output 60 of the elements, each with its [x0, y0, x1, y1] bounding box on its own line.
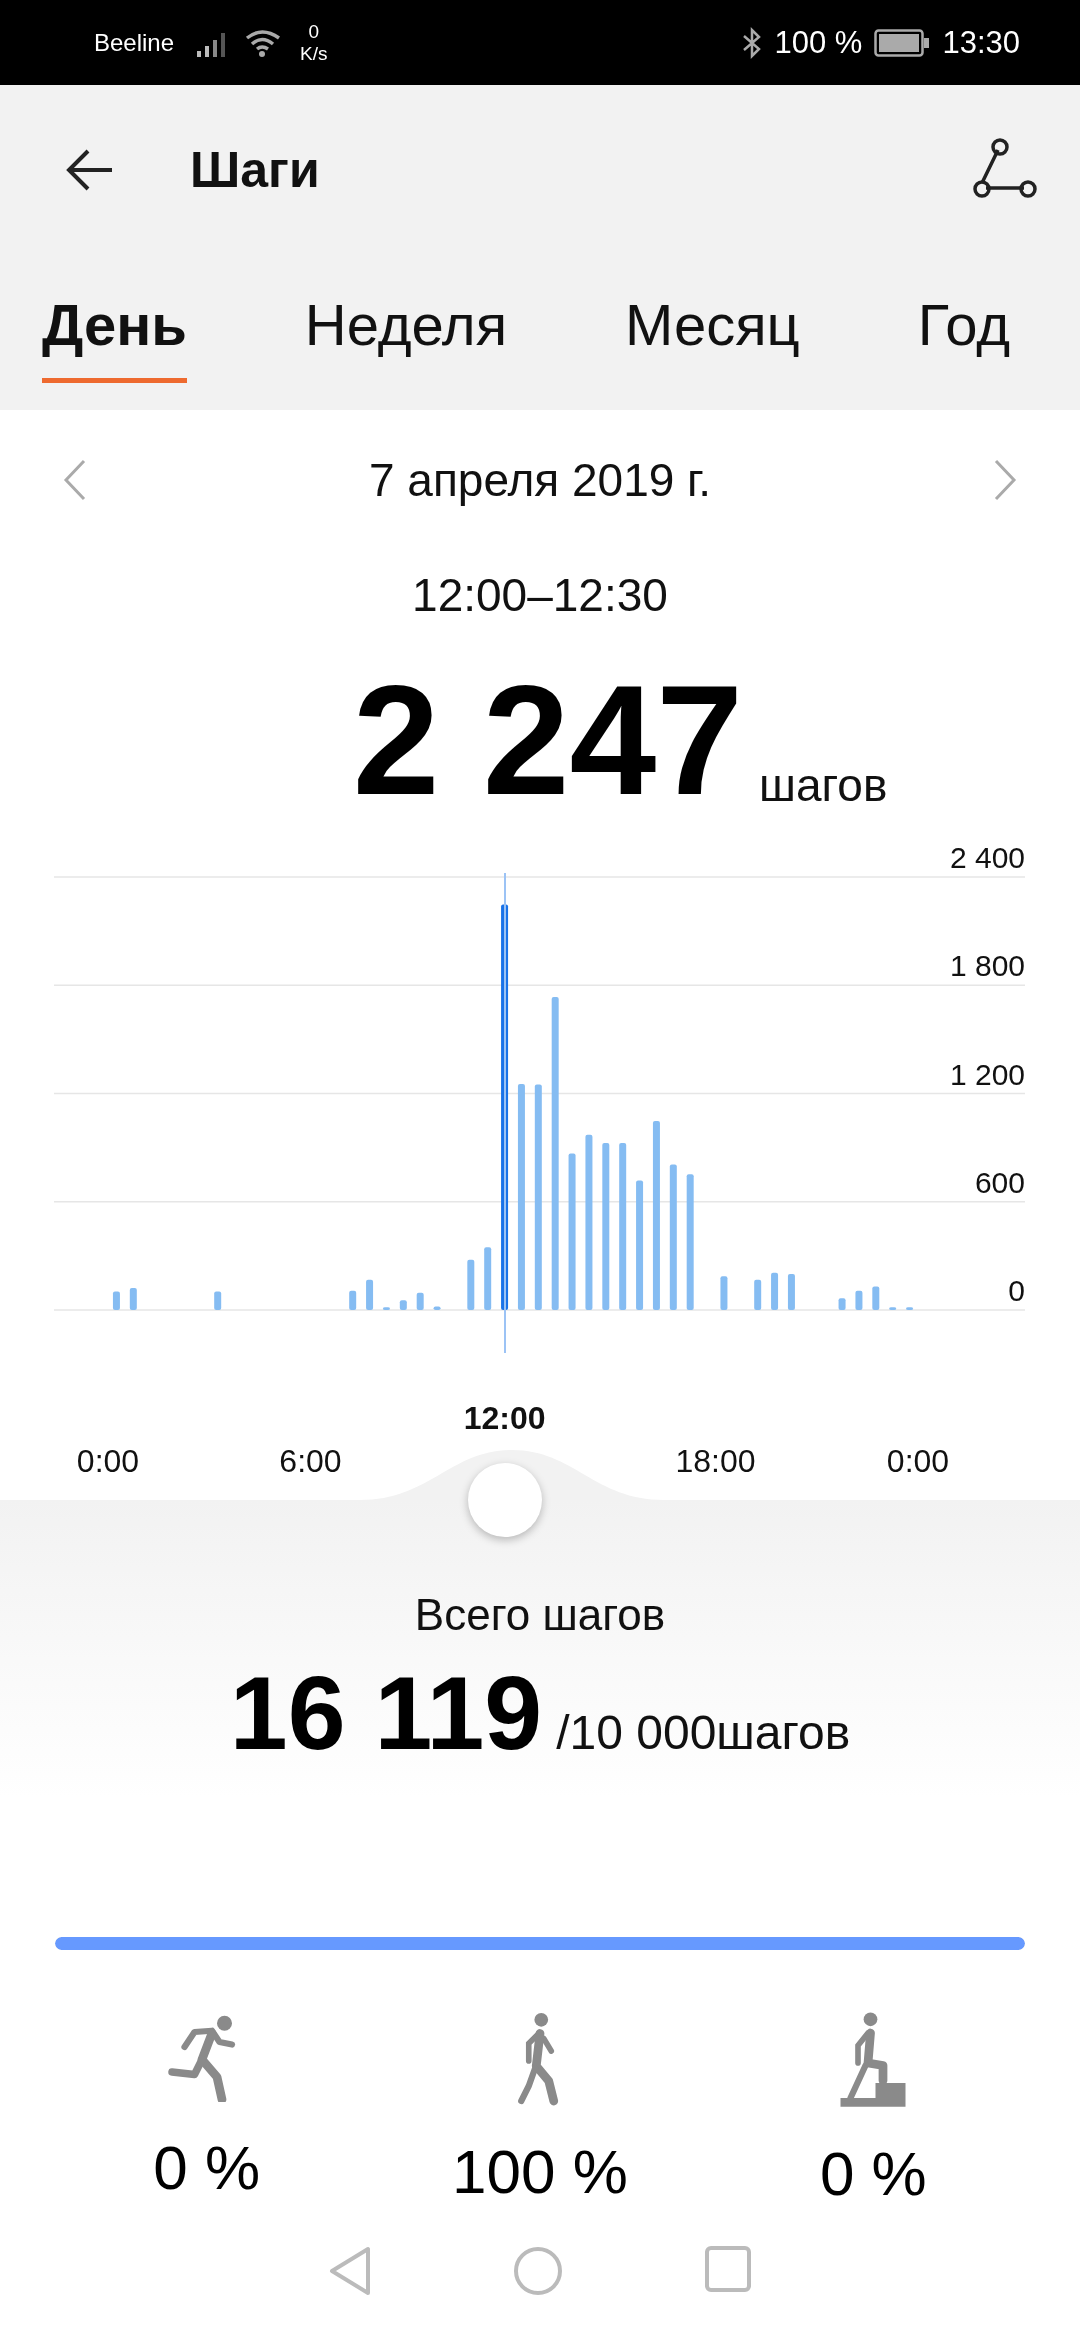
step-bar[interactable] — [214, 1291, 222, 1310]
step-bar[interactable] — [771, 1272, 779, 1310]
x-axis-label: 0:00 — [886, 1443, 950, 1479]
speed-unit: K/s — [300, 42, 328, 65]
step-bar[interactable] — [906, 1307, 914, 1310]
step-bar[interactable] — [467, 1259, 475, 1310]
stair-climbing-figure-icon — [838, 2010, 909, 2108]
date-label: 7 апреля 2019 г. — [368, 453, 712, 507]
selected-time-label: 12:00 — [462, 1400, 547, 1437]
y-axis-label: 1 200 — [949, 1057, 1025, 1091]
step-bar[interactable] — [838, 1298, 846, 1310]
y-axis-label: 600 — [974, 1165, 1025, 1199]
activity-percent: 100 % — [452, 2136, 628, 2207]
step-bar[interactable] — [787, 1274, 795, 1310]
y-axis-label: 1 800 — [949, 949, 1025, 983]
page-title: Шаги — [190, 141, 320, 199]
period-tab[interactable]: Месяц — [624, 255, 800, 383]
step-bar[interactable] — [754, 1279, 762, 1310]
period-tab[interactable]: Год — [917, 255, 1010, 383]
x-axis-label: 18:00 — [675, 1443, 756, 1479]
y-axis-label: 0 — [1008, 1274, 1025, 1307]
step-bar[interactable] — [433, 1306, 441, 1310]
step-bar[interactable] — [669, 1164, 677, 1310]
speed-value: 0 — [308, 20, 320, 43]
total-steps: 16 119 — [229, 1654, 543, 1773]
step-bar[interactable] — [484, 1247, 492, 1310]
time-range: 12:00–12:30 — [411, 568, 669, 623]
x-axis-label: 6:00 — [279, 1443, 342, 1479]
total-label: Всего шагов — [414, 1590, 666, 1640]
step-bar[interactable] — [619, 1143, 627, 1310]
step-bar[interactable] — [349, 1290, 357, 1310]
battery-percent: 100 % — [774, 24, 863, 61]
back-nav-button[interactable] — [328, 2245, 372, 2297]
step-bar[interactable] — [517, 1083, 525, 1310]
recents-nav-button[interactable] — [704, 2245, 752, 2293]
y-axis-label: 2 400 — [949, 841, 1025, 874]
step-bar[interactable] — [382, 1307, 390, 1310]
carrier-name: Beeline — [94, 28, 175, 57]
step-bar[interactable] — [399, 1300, 407, 1310]
step-unit: шагов — [759, 758, 888, 813]
step-bar[interactable] — [872, 1286, 880, 1310]
step-bar[interactable] — [112, 1291, 120, 1310]
home-nav-button[interactable] — [512, 2245, 564, 2297]
step-bar[interactable] — [636, 1180, 644, 1310]
step-bar[interactable] — [652, 1121, 660, 1310]
battery-icon — [874, 28, 931, 57]
step-goal: /10 000шагов — [556, 1705, 851, 1760]
step-count: 2 247 — [352, 660, 744, 820]
step-bar[interactable] — [366, 1279, 374, 1310]
activity-percent: 0 % — [819, 2138, 927, 2209]
step-bar[interactable] — [855, 1290, 863, 1310]
activity-percent: 0 % — [153, 2132, 261, 2203]
step-bar[interactable] — [889, 1307, 897, 1310]
period-tab[interactable]: Неделя — [304, 255, 508, 383]
step-bar[interactable] — [416, 1292, 424, 1310]
x-axis-label: 0:00 — [76, 1443, 140, 1479]
clock: 13:30 — [942, 24, 1020, 61]
step-bar[interactable] — [534, 1084, 542, 1310]
step-bar[interactable] — [129, 1288, 137, 1310]
period-tab[interactable]: День — [42, 255, 187, 383]
